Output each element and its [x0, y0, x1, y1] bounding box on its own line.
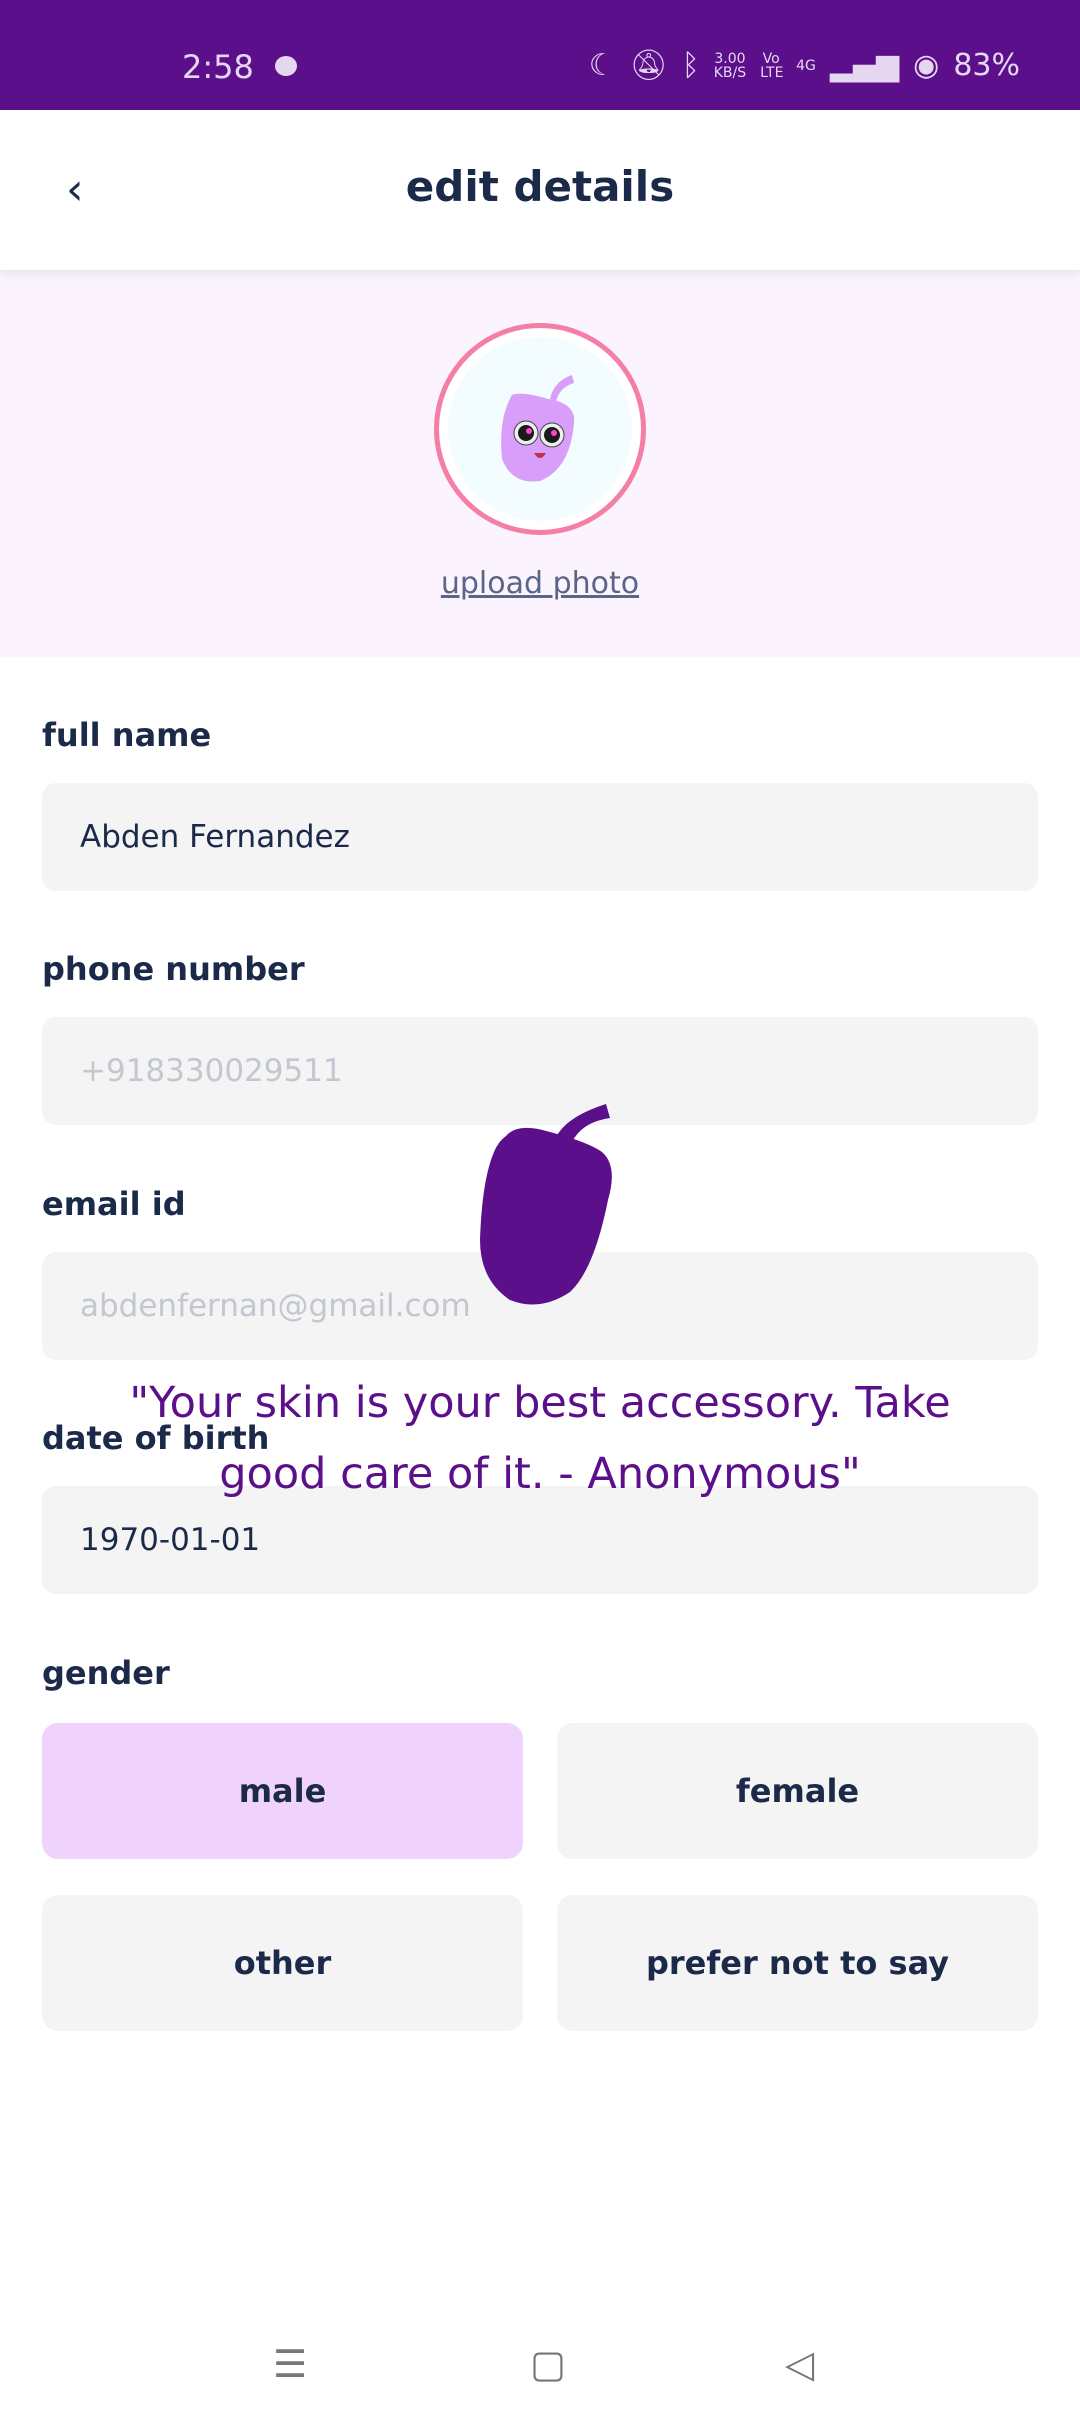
network-type: 4G	[796, 57, 816, 74]
bell-muted-icon: 🔕︎	[629, 48, 668, 83]
volte-icon: Vo LTE	[760, 50, 784, 81]
quote-line: good care of it. - Anonymous"	[219, 1449, 861, 1499]
app-header: ‹ edit details	[0, 110, 1080, 270]
page-title: edit details	[405, 162, 675, 211]
bluetooth-icon: ᛒ	[681, 48, 700, 83]
gender-female-button[interactable]: female	[557, 1723, 1038, 1859]
full-name-input[interactable]: Abden Fernandez	[42, 783, 1038, 891]
system-nav-bar: ☰ ▢ ◁	[0, 2330, 1080, 2412]
signal-icon: ▂▄▆	[829, 48, 900, 83]
moon-icon: ☾	[588, 48, 616, 83]
avatar[interactable]	[434, 323, 646, 535]
status-bar: 2:58 ☾ 🔕︎ ᛒ 3.00 KB/S Vo LTE 4G ▂▄▆ ◉ 83%	[0, 0, 1080, 110]
mascot-face-icon	[501, 375, 575, 482]
menu-icon[interactable]: ☰	[273, 2342, 307, 2386]
clock: 2:58	[182, 48, 254, 86]
gender-other-button[interactable]: other	[42, 1895, 523, 2031]
chat-notification-icon	[275, 56, 297, 76]
quote-line: "Your skin is your best accessory. Take	[129, 1378, 951, 1428]
gender-label: gender	[42, 1654, 170, 1692]
battery-level: 83%	[953, 48, 1020, 83]
loading-quote: "Your skin is your best accessory. Take …	[100, 1368, 980, 1510]
upload-photo-link[interactable]: upload photo	[0, 566, 1080, 601]
email-label: email id	[42, 1185, 186, 1223]
gender-prefer-not-button[interactable]: prefer not to say	[557, 1895, 1038, 2031]
battery-icon: ◉	[913, 48, 940, 83]
phone-label: phone number	[42, 950, 305, 988]
home-icon[interactable]: ▢	[530, 2342, 566, 2386]
net-speed: 3.00 KB/S	[713, 50, 747, 81]
back-triangle-icon[interactable]: ◁	[785, 2342, 814, 2386]
full-name-label: full name	[42, 716, 212, 754]
loading-apple-icon	[480, 1104, 612, 1305]
gender-male-button[interactable]: male	[42, 1723, 523, 1859]
avatar-section: upload photo	[0, 270, 1080, 657]
